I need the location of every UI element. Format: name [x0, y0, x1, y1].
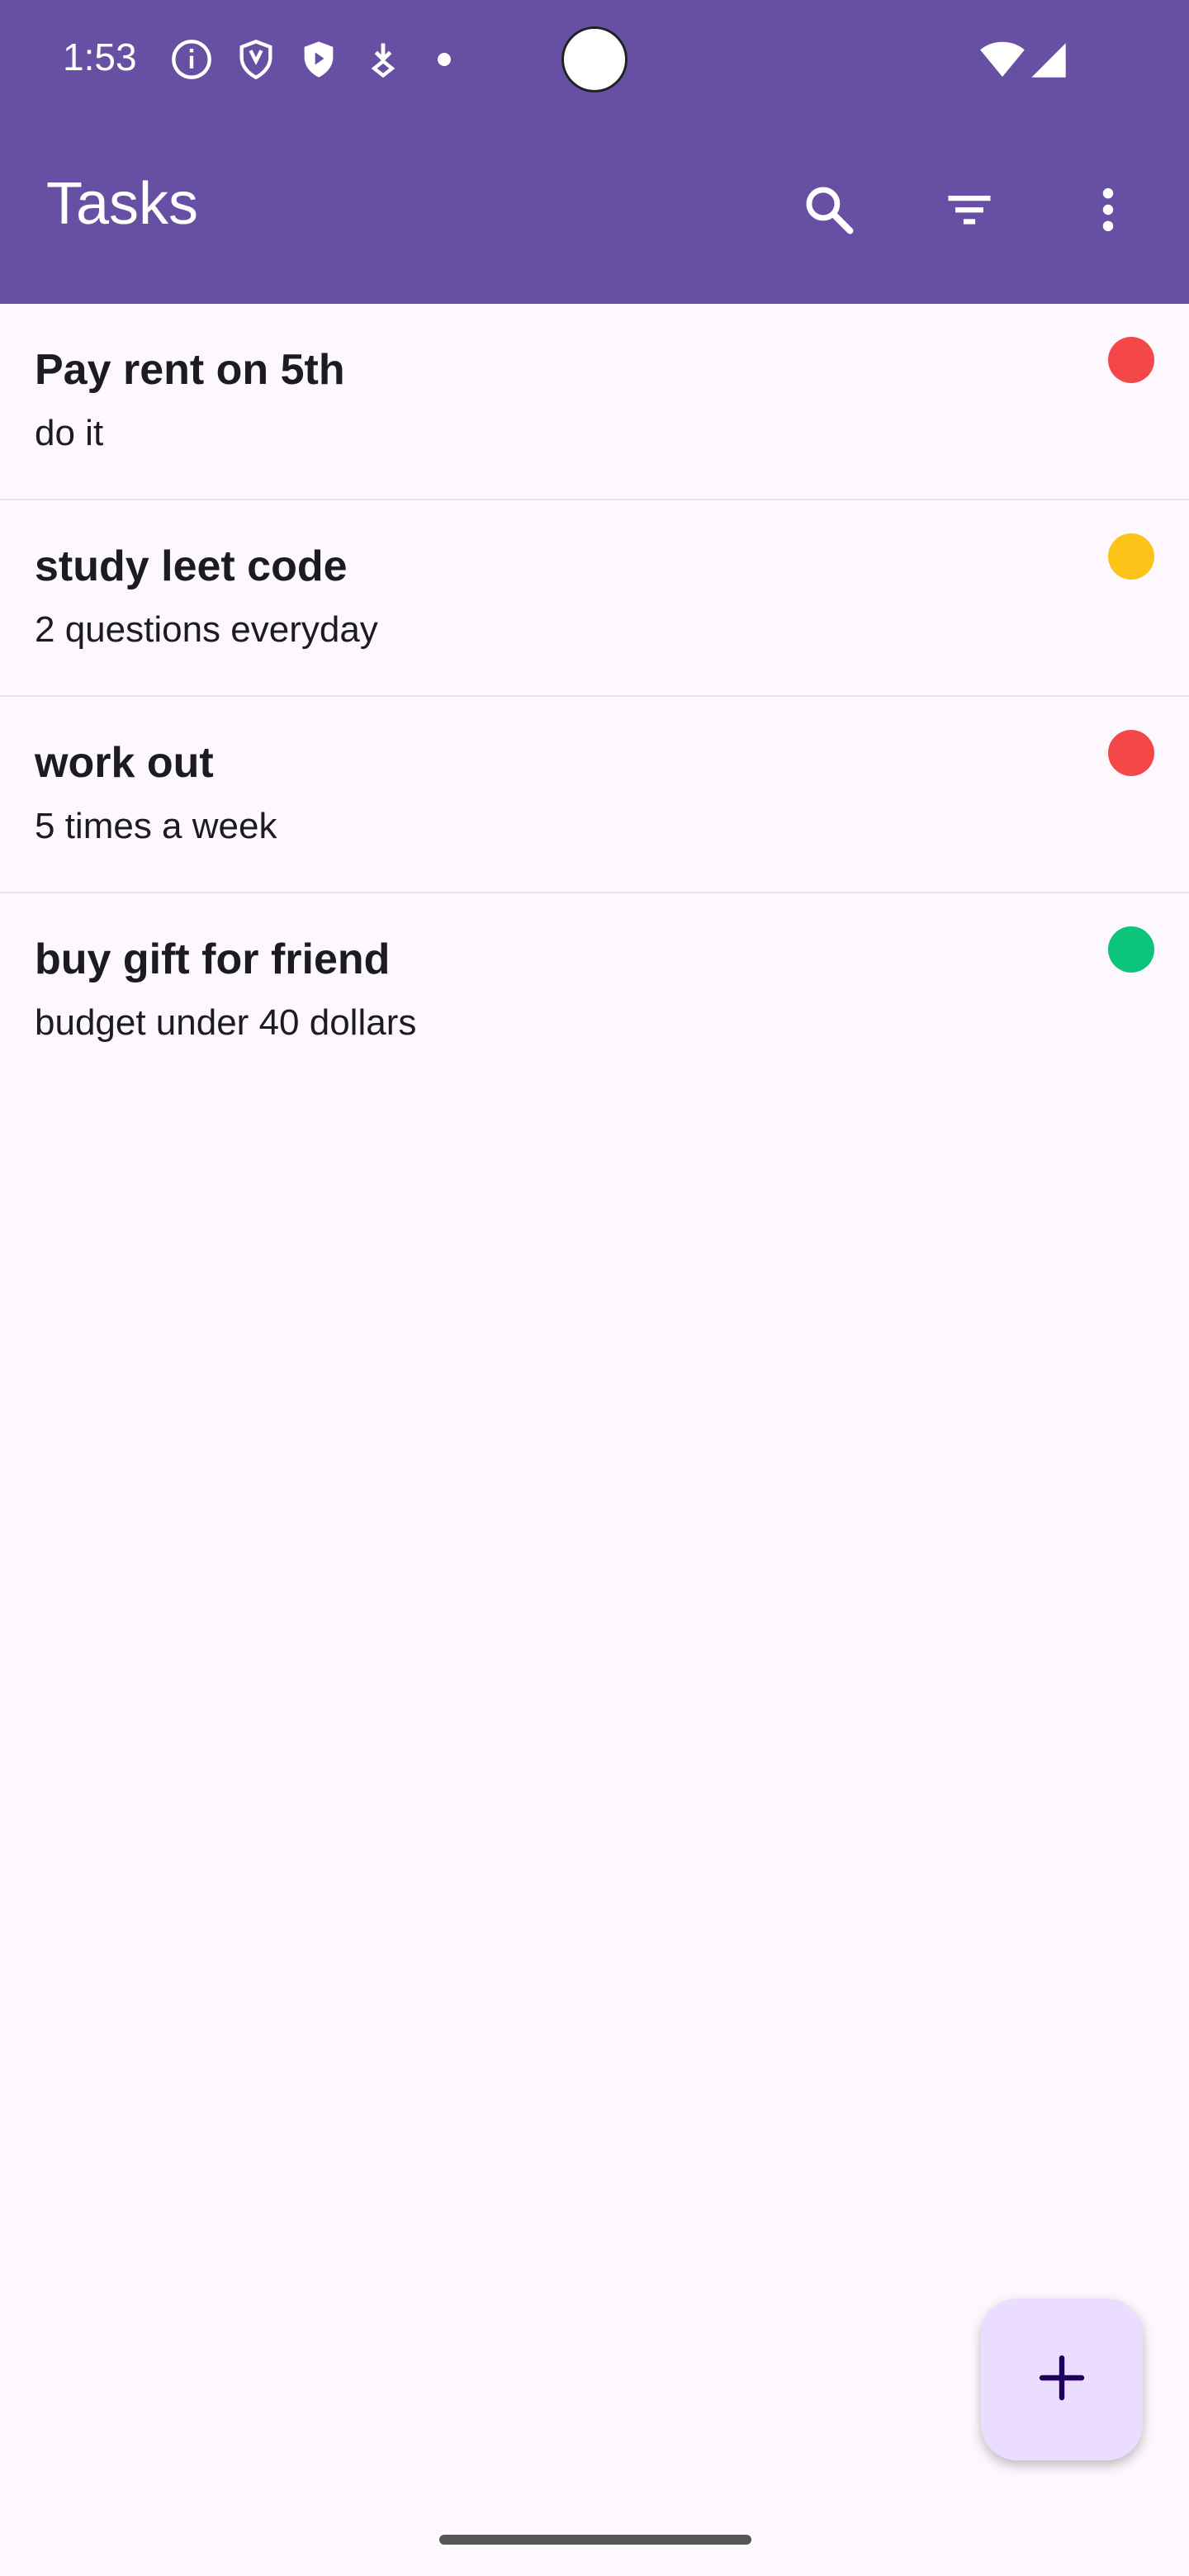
task-description: do it: [35, 413, 104, 453]
list-item[interactable]: Pay rent on 5th do it: [0, 304, 1189, 500]
filter-button[interactable]: [933, 175, 1006, 248]
task-list: Pay rent on 5th do it study leet code 2 …: [0, 304, 1189, 1090]
list-item[interactable]: study leet code 2 questions everyday: [0, 500, 1189, 697]
task-title: buy gift for friend: [35, 935, 391, 983]
search-icon: [801, 182, 857, 242]
gesture-nav-handle[interactable]: [439, 2535, 751, 2545]
plus-icon: [1035, 2351, 1088, 2408]
task-description: 5 times a week: [35, 806, 277, 846]
list-item[interactable]: buy gift for friend budget under 40 doll…: [0, 893, 1189, 1090]
priority-indicator: [1108, 730, 1154, 776]
priority-indicator: [1108, 533, 1154, 580]
app-header: 1:53 Tasks: [0, 0, 1189, 304]
page-title: Tasks: [46, 171, 199, 237]
info-icon: [170, 38, 213, 85]
search-button[interactable]: [793, 175, 865, 248]
shield-icon: [234, 38, 277, 85]
task-title: study leet code: [35, 542, 348, 590]
more-options-button[interactable]: [1072, 175, 1144, 248]
add-task-button[interactable]: [981, 2299, 1143, 2460]
more-vert-icon: [1080, 182, 1136, 242]
filter-icon: [941, 182, 997, 242]
task-description: 2 questions everyday: [35, 609, 378, 650]
dot-icon: [436, 51, 452, 72]
camera-cutout: [561, 26, 628, 92]
priority-indicator: [1108, 926, 1154, 973]
task-title: work out: [35, 739, 214, 787]
status-time: 1:53: [63, 36, 137, 78]
task-description: budget under 40 dollars: [35, 1002, 417, 1043]
list-item[interactable]: work out 5 times a week: [0, 697, 1189, 893]
task-title: Pay rent on 5th: [35, 346, 345, 394]
download-icon: [362, 38, 405, 85]
play-shield-icon: [297, 38, 340, 85]
signal-icon: [1029, 41, 1068, 83]
priority-indicator: [1108, 337, 1154, 383]
wifi-icon: [979, 40, 1026, 83]
